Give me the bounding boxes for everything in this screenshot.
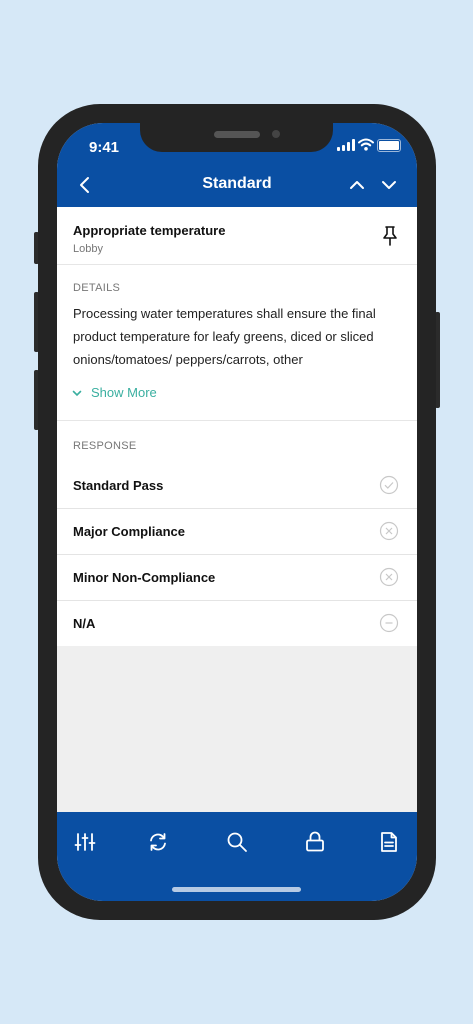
check-circle-icon[interactable]	[379, 475, 399, 495]
details-text: Processing water temperatures shall ensu…	[73, 306, 376, 367]
phone-frame: 9:41 Standard Appropriate temperature Lo…	[38, 104, 436, 920]
lock-icon[interactable]	[303, 830, 327, 854]
status-icons	[337, 138, 401, 153]
phone-screen: 9:41 Standard Appropriate temperature Lo…	[57, 123, 417, 901]
battery-icon	[377, 139, 401, 152]
chevron-down-icon	[72, 390, 82, 396]
notch	[140, 123, 333, 152]
show-more-label: Show More	[91, 385, 157, 400]
response-option-na[interactable]: N/A	[57, 601, 417, 647]
document-icon[interactable]	[377, 830, 401, 854]
sliders-icon[interactable]	[73, 830, 97, 854]
divider	[57, 264, 417, 265]
chevron-up-icon[interactable]	[345, 173, 369, 197]
pin-icon[interactable]	[381, 225, 399, 247]
sync-icon[interactable]	[146, 830, 170, 854]
question-title: Appropriate temperature	[73, 223, 226, 238]
bottom-tab-bar	[57, 812, 417, 901]
response-option-major-compliance[interactable]: Major Compliance	[57, 509, 417, 555]
response-label: RESPONSE	[73, 440, 137, 452]
x-circle-icon[interactable]	[379, 567, 399, 587]
x-circle-icon[interactable]	[379, 521, 399, 541]
response-option-label: Major Compliance	[73, 524, 185, 539]
details-label: DETAILS	[73, 282, 121, 294]
status-time: 9:41	[89, 139, 120, 156]
response-option-minor-non-compliance[interactable]: Minor Non-Compliance	[57, 555, 417, 601]
search-icon[interactable]	[225, 830, 249, 854]
question-card: Appropriate temperature Lobby DETAILS Pr…	[57, 207, 417, 646]
signal-icon	[337, 139, 355, 151]
response-option-standard-pass[interactable]: Standard Pass	[57, 463, 417, 509]
chevron-down-icon[interactable]	[377, 173, 401, 197]
show-more-button[interactable]: Show More	[71, 385, 157, 400]
question-location: Lobby	[73, 243, 103, 255]
response-option-label: Standard Pass	[73, 478, 164, 493]
camera	[272, 130, 280, 138]
divider	[57, 420, 417, 421]
wifi-icon	[358, 138, 374, 151]
response-option-label: N/A	[73, 616, 96, 631]
response-option-label: Minor Non-Compliance	[73, 570, 216, 585]
minus-circle-icon[interactable]	[379, 613, 399, 633]
home-indicator[interactable]	[172, 887, 301, 892]
speaker	[214, 131, 260, 138]
